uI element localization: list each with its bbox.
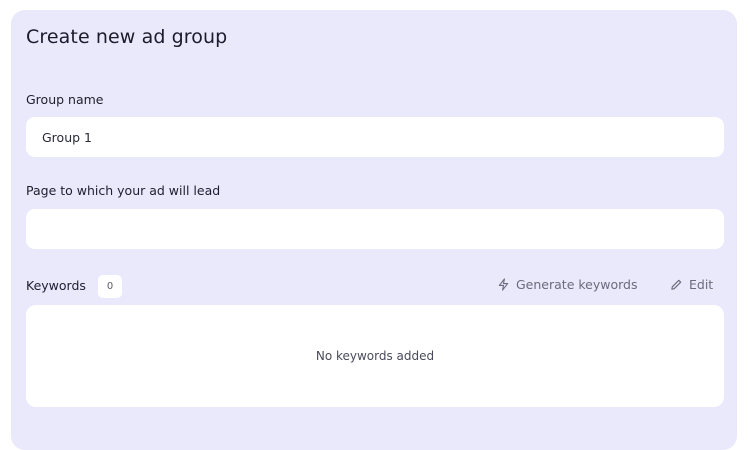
landing-page-label: Page to which your ad will lead	[26, 183, 221, 198]
edit-keywords-label: Edit	[689, 277, 714, 292]
edit-keywords-button[interactable]: Edit	[670, 277, 713, 292]
keywords-header: Keywords 0 Generate keywords Edit	[26, 274, 724, 300]
create-ad-group-panel: Create new ad group Group name Page to w…	[11, 10, 737, 450]
landing-page-input[interactable]	[42, 221, 708, 237]
group-name-field[interactable]	[26, 117, 724, 157]
lightning-icon	[498, 278, 509, 291]
group-name-input[interactable]	[42, 129, 708, 145]
pencil-icon	[671, 279, 682, 290]
landing-page-field[interactable]	[26, 209, 724, 249]
generate-keywords-label: Generate keywords	[516, 277, 638, 292]
keywords-label: Keywords	[26, 278, 86, 293]
group-name-label: Group name	[26, 92, 104, 107]
keywords-count-badge: 0	[98, 275, 122, 298]
keywords-list-area: No keywords added	[26, 305, 724, 407]
generate-keywords-button[interactable]: Generate keywords	[497, 277, 637, 292]
keywords-empty-text: No keywords added	[315, 349, 435, 363]
page-title: Create new ad group	[26, 26, 228, 48]
